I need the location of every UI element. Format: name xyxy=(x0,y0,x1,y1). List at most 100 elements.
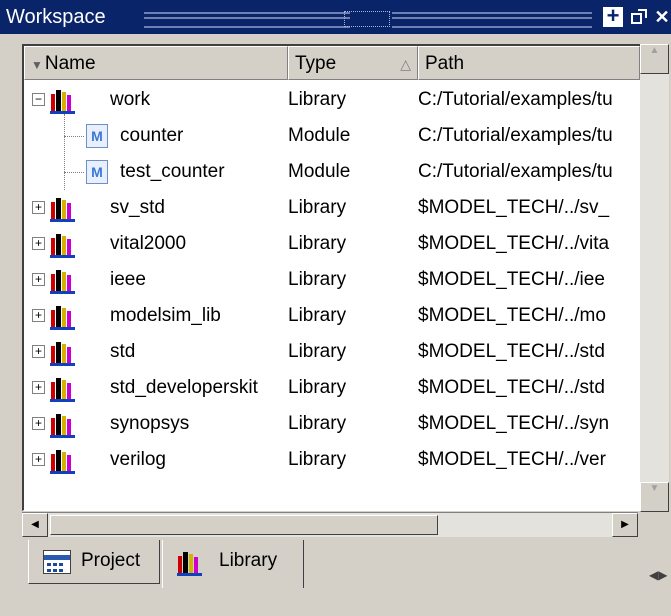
row-name: verilog xyxy=(110,449,166,470)
name-cell: + vital2000 xyxy=(24,226,286,262)
sort-ascending-icon: △ xyxy=(400,56,411,72)
tab-bar: Project Library ◀▶ xyxy=(0,540,671,616)
type-cell: Library xyxy=(288,305,347,326)
module-icon: M xyxy=(86,124,108,148)
expand-icon[interactable]: + xyxy=(32,453,45,466)
name-cell: + sv_std xyxy=(24,190,286,226)
path-cell: $MODEL_TECH/../sv_ xyxy=(418,197,610,218)
library-icon xyxy=(50,196,75,222)
name-cell: + modelsim_lib xyxy=(24,298,286,334)
name-cell: + synopsys xyxy=(24,406,286,442)
path-cell: $MODEL_TECH/../syn xyxy=(418,413,610,434)
path-cell: $MODEL_TECH/../iee xyxy=(418,269,605,290)
table-row[interactable]: + vital2000 Library $MODEL_TECH/../vita xyxy=(24,226,640,262)
horizontal-scrollbar[interactable]: ◀ ▶ xyxy=(22,512,638,537)
scroll-left-icon[interactable]: ◀ xyxy=(22,513,48,537)
scroll-up-icon[interactable]: ▲ xyxy=(640,44,669,74)
row-name: std_developerskit xyxy=(110,377,258,398)
vertical-scrollbar[interactable]: ▲ ▼ xyxy=(640,44,669,512)
tab-scroll-arrows[interactable]: ◀▶ xyxy=(649,568,667,582)
path-cell: $MODEL_TECH/../mo xyxy=(418,305,606,326)
type-cell: Library xyxy=(288,413,347,434)
name-cell: + std_developerskit xyxy=(24,370,286,406)
row-name: ieee xyxy=(110,269,146,290)
table-row[interactable]: + synopsys Library $MODEL_TECH/../syn xyxy=(24,406,640,442)
table-row[interactable]: + ieee Library $MODEL_TECH/../iee xyxy=(24,262,640,298)
drag-grip[interactable] xyxy=(144,12,350,28)
column-header: ▼ Name Type △ Path xyxy=(24,46,640,82)
type-cell: Library xyxy=(288,233,347,254)
library-icon xyxy=(50,232,75,258)
expand-icon[interactable]: + xyxy=(32,309,45,322)
library-icon xyxy=(50,448,75,474)
column-header-path[interactable]: Path xyxy=(418,46,640,80)
type-cell: Module xyxy=(288,125,351,146)
scroll-right-icon[interactable]: ▶ xyxy=(612,513,638,537)
type-cell: Module xyxy=(288,161,351,182)
column-header-type[interactable]: Type △ xyxy=(288,46,418,80)
workspace-titlebar[interactable]: Workspace + ✕ xyxy=(0,0,671,34)
table-row[interactable]: Mcounter Module C:/Tutorial/examples/tu xyxy=(24,118,640,154)
library-icon xyxy=(50,412,75,438)
name-cell: + verilog xyxy=(24,442,286,478)
name-cell: + ieee xyxy=(24,262,286,298)
name-cell: + std xyxy=(24,334,286,370)
expand-icon[interactable]: + xyxy=(32,273,45,286)
expand-icon[interactable]: + xyxy=(32,417,45,430)
module-icon: M xyxy=(86,160,108,184)
type-cell: Library xyxy=(288,449,347,470)
library-icon xyxy=(50,340,75,366)
table-row[interactable]: − work Library C:/Tutorial/examples/tu xyxy=(24,82,640,118)
path-cell: $MODEL_TECH/../std xyxy=(418,341,605,362)
type-cell: Library xyxy=(288,341,347,362)
row-name: std xyxy=(110,341,136,362)
tab-library[interactable]: Library xyxy=(162,540,304,588)
path-cell: $MODEL_TECH/../vita xyxy=(418,233,610,254)
library-icon xyxy=(50,376,75,402)
type-cell: Library xyxy=(288,197,347,218)
drag-grip[interactable] xyxy=(392,12,592,28)
sort-menu-icon[interactable]: ▼ xyxy=(31,58,43,72)
expand-icon[interactable]: + xyxy=(32,201,45,214)
expand-icon[interactable]: + xyxy=(32,237,45,250)
collapse-icon[interactable]: − xyxy=(32,93,45,106)
name-cell: − work xyxy=(24,82,286,118)
column-header-name[interactable]: ▼ Name xyxy=(24,46,288,80)
library-icon xyxy=(177,550,203,592)
row-name: counter xyxy=(120,125,184,146)
scroll-down-icon[interactable]: ▼ xyxy=(640,482,669,512)
table-row[interactable]: + modelsim_lib Library $MODEL_TECH/../mo xyxy=(24,298,640,334)
path-cell: C:/Tutorial/examples/tu xyxy=(418,125,613,146)
path-cell: C:/Tutorial/examples/tu xyxy=(418,161,613,182)
path-cell: $MODEL_TECH/../ver xyxy=(418,449,606,470)
library-list[interactable]: ▼ Name Type △ Path − work Library C:/Tutoria… xyxy=(22,44,641,511)
table-row[interactable]: + verilog Library $MODEL_TECH/../ver xyxy=(24,442,640,478)
tree-line xyxy=(64,172,84,173)
row-name: modelsim_lib xyxy=(110,305,221,326)
plus-icon[interactable]: + xyxy=(603,5,623,27)
type-cell: Library xyxy=(288,89,347,110)
type-cell: Library xyxy=(288,377,347,398)
type-cell: Library xyxy=(288,269,347,290)
table-row[interactable]: + sv_std Library $MODEL_TECH/../sv_ xyxy=(24,190,640,226)
scroll-thumb[interactable] xyxy=(50,515,438,535)
library-icon xyxy=(50,88,75,114)
library-icon xyxy=(50,304,75,330)
tab-project[interactable]: Project xyxy=(28,540,160,584)
table-row[interactable]: + std Library $MODEL_TECH/../std xyxy=(24,334,640,370)
workspace-title: Workspace xyxy=(6,6,106,28)
row-name: synopsys xyxy=(110,413,190,434)
row-name: vital2000 xyxy=(110,233,187,254)
expand-icon[interactable]: + xyxy=(32,345,45,358)
expand-icon[interactable]: + xyxy=(32,381,45,394)
row-name: work xyxy=(110,89,151,110)
project-icon xyxy=(43,550,71,574)
table-row[interactable]: + std_developerskit Library $MODEL_TECH/../… xyxy=(24,370,640,406)
drag-grip-dots[interactable] xyxy=(344,11,390,27)
row-name: sv_std xyxy=(110,197,165,218)
undock-icon[interactable] xyxy=(629,7,649,27)
table-row[interactable]: Mtest_counter Module C:/Tutorial/examples/… xyxy=(24,154,640,190)
close-icon[interactable]: ✕ xyxy=(652,7,671,27)
path-cell: C:/Tutorial/examples/tu xyxy=(418,89,613,110)
tree-line xyxy=(64,114,65,190)
